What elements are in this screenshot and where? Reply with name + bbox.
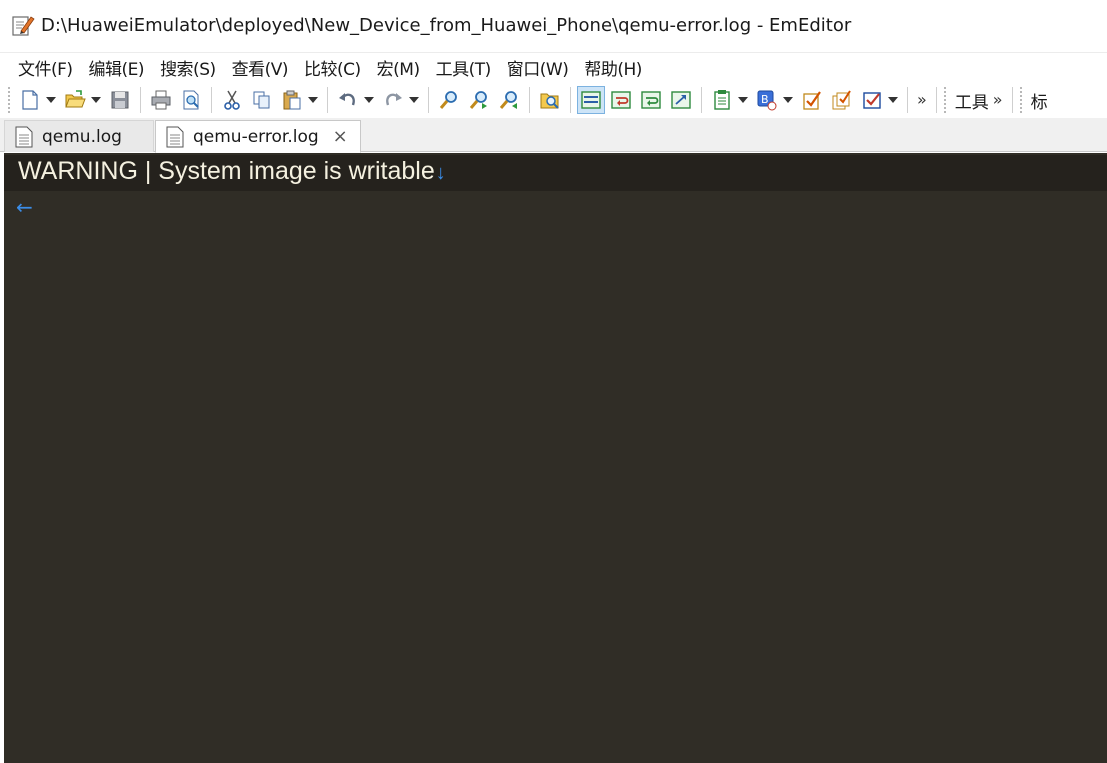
macro-run-icon (803, 91, 821, 110)
clipboard-list-button[interactable] (708, 86, 736, 114)
character-code-icon: B (757, 90, 777, 111)
menu-edit[interactable]: 编辑(E) (81, 53, 153, 82)
tab-qemu-error-log[interactable]: qemu-error.log × (155, 120, 361, 153)
toolbar-separator (570, 87, 571, 113)
find-in-files-icon (540, 93, 559, 109)
clipboard-list-dropdown[interactable] (737, 86, 749, 114)
checkbox-dropdown[interactable] (887, 86, 899, 114)
tools-toolbar-label[interactable]: 工具 (955, 88, 989, 113)
clipboard-list-icon (714, 90, 730, 110)
print-preview-icon (183, 90, 199, 110)
cut-icon (224, 90, 240, 110)
toolbar-separator (1011, 87, 1013, 113)
character-code-dropdown[interactable] (782, 86, 794, 114)
toolbar-separator (211, 87, 212, 113)
menu-file[interactable]: 文件(F) (10, 53, 81, 82)
toolbar-separator (907, 87, 908, 113)
cut-button[interactable] (218, 86, 246, 114)
text-editor-area[interactable]: WARNING | System image is writable↓ ← (4, 153, 1107, 763)
checkbox-icon (863, 92, 881, 109)
close-tab-icon[interactable]: × (333, 126, 348, 147)
undo-dropdown[interactable] (363, 86, 375, 114)
macro-record-button[interactable] (828, 86, 856, 114)
word-wrap-icon (581, 91, 601, 109)
open-dropdown[interactable] (90, 86, 102, 114)
tab-label: qemu-error.log (193, 126, 319, 147)
word-wrap-button[interactable] (577, 86, 605, 114)
redo-button[interactable] (379, 86, 407, 114)
tab-qemu-log[interactable]: qemu.log (4, 120, 154, 152)
find-previous-icon (499, 91, 517, 109)
svg-text:B: B (761, 93, 769, 106)
new-dropdown[interactable] (45, 86, 57, 114)
document-icon (166, 126, 184, 147)
toolbar-grip[interactable] (943, 87, 947, 113)
toolbar-separator (327, 87, 328, 113)
find-previous-button[interactable] (495, 86, 523, 114)
wrap-by-column-icon (671, 91, 691, 109)
toolbar-grip[interactable] (8, 87, 11, 113)
wrap-by-page-icon (641, 91, 661, 109)
menu-tools[interactable]: 工具(T) (428, 53, 499, 82)
wrap-by-window-icon (611, 91, 631, 109)
paste-icon (283, 90, 301, 110)
save-icon (111, 91, 129, 109)
toolbar-separator (529, 87, 530, 113)
newline-marker-icon: ↓ (435, 162, 446, 184)
find-next-button[interactable] (465, 86, 493, 114)
new-document-icon (22, 90, 38, 110)
menu-search[interactable]: 搜索(S) (152, 53, 224, 82)
wrap-by-column-button[interactable] (667, 86, 695, 114)
redo-icon (386, 93, 402, 106)
macro-run-button[interactable] (798, 86, 826, 114)
tab-strip: qemu.log qemu-error.log × (0, 118, 1107, 153)
tools-overflow-chevron[interactable]: » (993, 92, 1003, 108)
print-icon (151, 90, 171, 110)
editor-line-1: WARNING | System image is writable↓ (18, 157, 446, 186)
menu-compare[interactable]: 比较(C) (296, 53, 369, 82)
tab-label: qemu.log (42, 126, 122, 147)
paste-button[interactable] (278, 86, 306, 114)
find-next-icon (469, 91, 487, 109)
menu-view[interactable]: 查看(V) (224, 53, 296, 82)
emeditor-app-icon (12, 16, 35, 36)
window-title: D:\HuaweiEmulator\deployed\New_Device_fr… (41, 14, 852, 36)
print-preview-button[interactable] (177, 86, 205, 114)
menu-bar: 文件(F) 编辑(E) 搜索(S) 查看(V) 比较(C) 宏(M) 工具(T)… (0, 52, 1107, 82)
truncated-toolbar-label[interactable]: 标 (1031, 88, 1048, 113)
print-button[interactable] (147, 86, 175, 114)
undo-icon (339, 93, 355, 106)
toolbar-separator (701, 87, 702, 113)
find-icon (439, 91, 457, 109)
menu-window[interactable]: 窗口(W) (499, 53, 577, 82)
copy-icon (253, 91, 270, 109)
find-in-files-button[interactable] (536, 86, 564, 114)
copy-button[interactable] (248, 86, 276, 114)
line-text: WARNING | System image is writable (18, 157, 435, 185)
document-icon (15, 126, 33, 147)
paste-dropdown[interactable] (307, 86, 319, 114)
new-button[interactable] (16, 86, 44, 114)
menu-help[interactable]: 帮助(H) (576, 53, 650, 82)
toolbar-grip[interactable] (1019, 87, 1023, 113)
character-code-button[interactable]: B (753, 86, 781, 114)
main-toolbar: B » 工具 » 标 (0, 82, 1107, 118)
wrap-by-window-button[interactable] (607, 86, 635, 114)
toolbar-separator (935, 87, 937, 113)
checkbox-button[interactable] (858, 86, 886, 114)
toolbar-separator (428, 87, 429, 113)
undo-button[interactable] (334, 86, 362, 114)
find-button[interactable] (435, 86, 463, 114)
save-button[interactable] (106, 86, 134, 114)
wrap-by-page-button[interactable] (637, 86, 665, 114)
toolbar-separator (140, 87, 141, 113)
toolbar-overflow-chevron[interactable]: » (917, 92, 927, 108)
redo-dropdown[interactable] (408, 86, 420, 114)
menu-macros[interactable]: 宏(M) (369, 53, 428, 82)
end-of-file-marker-icon: ← (16, 195, 33, 219)
title-bar: D:\HuaweiEmulator\deployed\New_Device_fr… (0, 0, 1107, 50)
open-button[interactable] (61, 86, 89, 114)
open-folder-icon (65, 90, 86, 108)
macro-record-icon (832, 90, 851, 110)
